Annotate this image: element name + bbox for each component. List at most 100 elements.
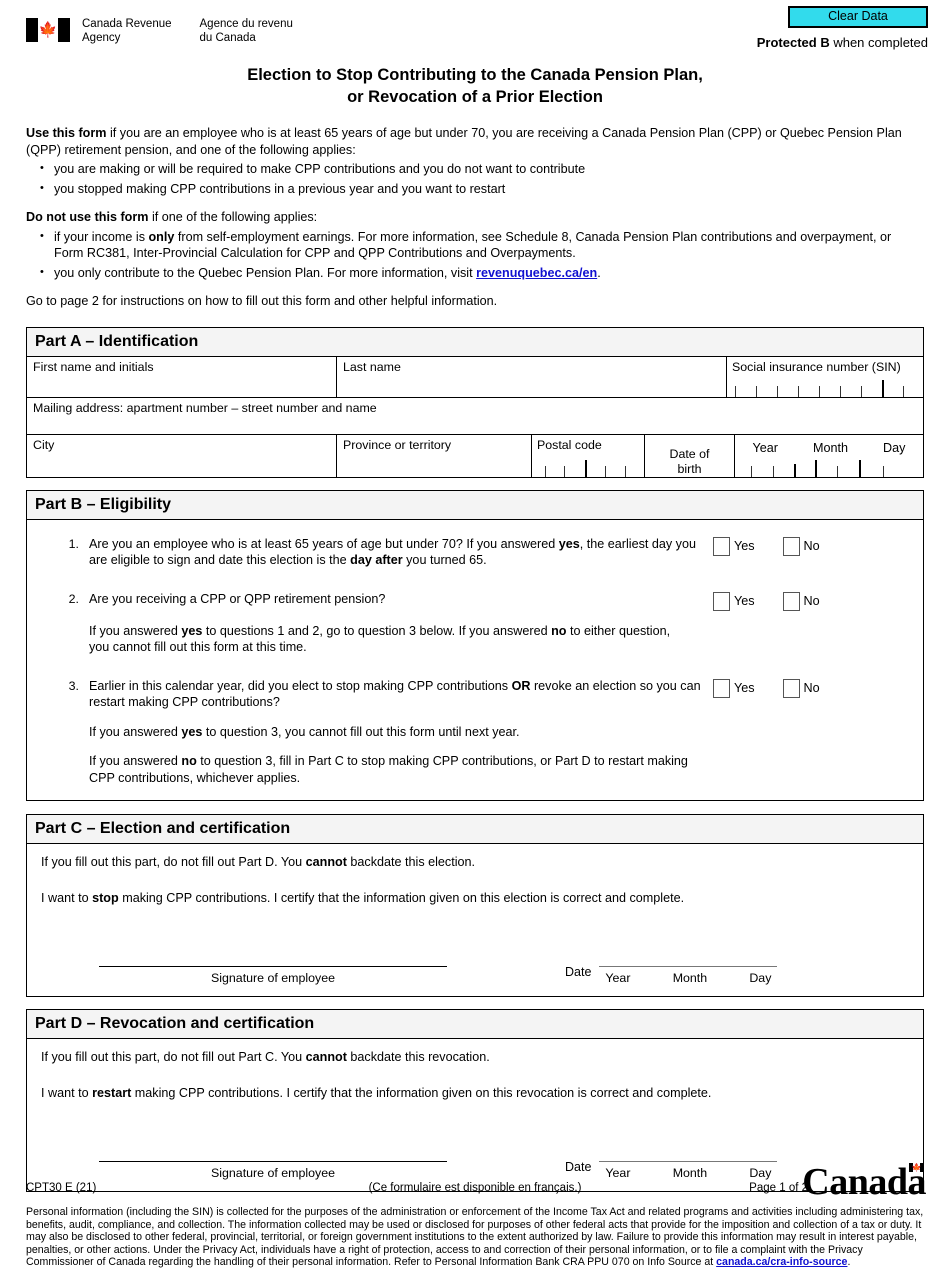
part-a-row-city: City Province or territory Postal code D… [27,434,923,477]
part-c-date-day: Day [749,970,772,985]
first-name-label: First name and initials [33,359,154,374]
part-a-row-address: Mailing address: apartment number – stre… [27,398,923,435]
page-header: 🍁 Canada Revenue Agency Agence du revenu… [0,0,950,58]
q3-bold-or: OR [511,678,531,693]
part-c-signature-area: Signature of employee Date Year Month Da… [27,964,923,987]
part-c-body: If you fill out this part, do not fill o… [27,844,923,996]
question-1-no-label: No [803,539,820,553]
question-2-no-label: No [803,594,820,608]
question-2-note: If you answered yes to questions 1 and 2… [89,623,913,656]
q2-note-a: If you answered [89,623,182,638]
list-item: you are making or will be required to ma… [40,160,924,178]
form-title-line2: or Revocation of a Prior Election [347,88,603,106]
do-not-use-paragraph: Do not use this form if one of the follo… [26,209,924,226]
canada-wordmark: Canada 🍁 [802,1162,926,1202]
clear-data-area: Clear Data Protected B when completed [757,6,928,50]
question-3-note-no: If you answered no to question 3, fill i… [89,753,913,786]
last-name-label: Last name [343,359,401,374]
part-c-date-year: Year [605,970,631,985]
q1-bold-dayafter: day after [350,553,403,567]
part-c-signature-field[interactable]: Signature of employee [99,965,447,987]
part-c-line2: I want to stop making CPP contributions.… [41,890,909,907]
question-1-number: 1. [68,536,79,551]
canada-wordmark-text: Canada [802,1161,926,1203]
question-2-answers: Yes No [713,591,913,611]
q1-text-a: Are you an employee who is at least 65 y… [89,536,559,551]
cra-info-source-link[interactable]: canada.ca/cra-info-source [716,1256,847,1268]
use-this-form-bullets: you are making or will be required to ma… [26,160,924,198]
question-2-yes-label: Yes [734,594,755,608]
question-1-yes-checkbox[interactable] [713,536,730,556]
agency-name-fr-line1: Agence du revenu [199,18,293,30]
list-item: you only contribute to the Quebec Pensio… [40,264,924,282]
postal-tick-marks [532,459,644,477]
form-title-line1: Election to Stop Contributing to the Can… [247,66,703,84]
q2-note-b: to questions 1 and 2, go to question 3 b… [202,623,552,638]
part-b-heading: Part B – Eligibility [27,490,923,520]
do-not-use-bullets: if your income is only from self-employm… [26,228,924,282]
question-2-yes-checkbox[interactable] [713,591,730,611]
question-2-no-checkbox[interactable] [782,591,800,611]
bullet2-text-a: you only contribute to the Quebec Pensio… [54,265,477,280]
q2-note-bold-yes: yes [181,623,203,638]
question-1-no-checkbox[interactable] [782,536,800,556]
date-of-birth-field[interactable]: Year Month Day [735,435,923,477]
city-field[interactable]: City [27,434,337,477]
question-3-no-checkbox[interactable] [782,678,800,698]
part-c-date-label: Date [565,964,592,979]
list-item: you stopped making CPP contributions in … [40,180,924,198]
mailing-address-label: Mailing address: apartment number – stre… [33,400,377,415]
first-name-field[interactable]: First name and initials [27,356,337,397]
part-c-line2-b: making CPP contributions. I certify that… [118,890,685,905]
revenuquebec-link[interactable]: revenuquebec.ca/en [476,266,597,280]
bullet1-bold: only [148,229,175,244]
canada-flag-icon: 🍁 [909,1163,924,1172]
question-3-yes-checkbox[interactable] [713,678,730,698]
agency-name-en-line2: Agency [82,31,121,44]
question-3-text: Earlier in this calendar year, did you e… [89,678,713,711]
question-3-yes-label: Yes [734,681,755,695]
sin-field[interactable]: Social insurance number (SIN) [727,357,923,397]
dob-month-label: Month [813,440,849,455]
do-not-use-text: if one of the following applies: [148,210,318,224]
intro-section: Use this form if you are an employee who… [26,125,924,310]
part-d-line1-b: backdate this revocation. [346,1050,490,1064]
part-d-line1: If you fill out this part, do not fill o… [41,1049,909,1066]
part-d-line2-bold: restart [92,1085,132,1100]
question-1-row: 1. Are you an employee who is at least 6… [37,536,913,569]
part-d-line1-a: If you fill out this part, do not fill o… [41,1050,306,1064]
part-c-date-field[interactable]: Year Month Day [599,965,778,987]
province-field[interactable]: Province or territory [337,434,532,477]
part-c-date-area: Date Year Month Day [565,964,778,987]
q1-text-c: you turned 65. [402,553,487,567]
question-1-yes-label: Yes [734,539,755,553]
part-c-line1-a: If you fill out this part, do not fill o… [41,855,306,869]
clear-data-button[interactable]: Clear Data [788,6,928,28]
use-this-form-label: Use this form [26,126,107,140]
privacy-notice: Personal information (including the SIN)… [26,1206,924,1269]
postal-code-field[interactable]: Postal code [532,434,645,477]
page-footer: CPT30 E (21) (Ce formulaire est disponib… [0,1162,950,1208]
mailing-address-field[interactable]: Mailing address: apartment number – stre… [27,398,923,434]
province-label: Province or territory [343,437,452,452]
q1-bold-yes: yes [558,536,580,551]
bullet2-text-b: . [597,265,601,280]
use-this-form-text: if you are an employee who is at least 6… [26,126,902,157]
question-3-note-yes: If you answered yes to question 3, you c… [89,724,913,741]
date-of-birth-label-cell: Date of birth [645,434,735,477]
part-d-line1-bold: cannot [305,1050,347,1064]
part-c-date-month: Month [672,970,708,985]
question-2-yes-group: Yes [713,591,755,611]
list-item: if your income is only from self-employm… [40,228,924,262]
question-2-row: 2. Are you receiving a CPP or QPP retire… [37,591,913,611]
agency-name-en-line1: Canada Revenue [82,18,172,30]
bullet1-text-b: from self-employment earnings. For more … [54,229,892,261]
part-c-line1-b: backdate this election. [346,855,476,869]
last-name-field[interactable]: Last name [337,356,727,397]
protected-b-notice: Protected B when completed [757,35,928,50]
question-1-no-group: No [782,536,820,556]
dob-tick-marks [735,459,923,477]
question-1-yes-group: Yes [713,536,755,556]
privacy-period: . [847,1256,851,1269]
part-a-section: Part A – Identification First name and i… [26,326,924,478]
